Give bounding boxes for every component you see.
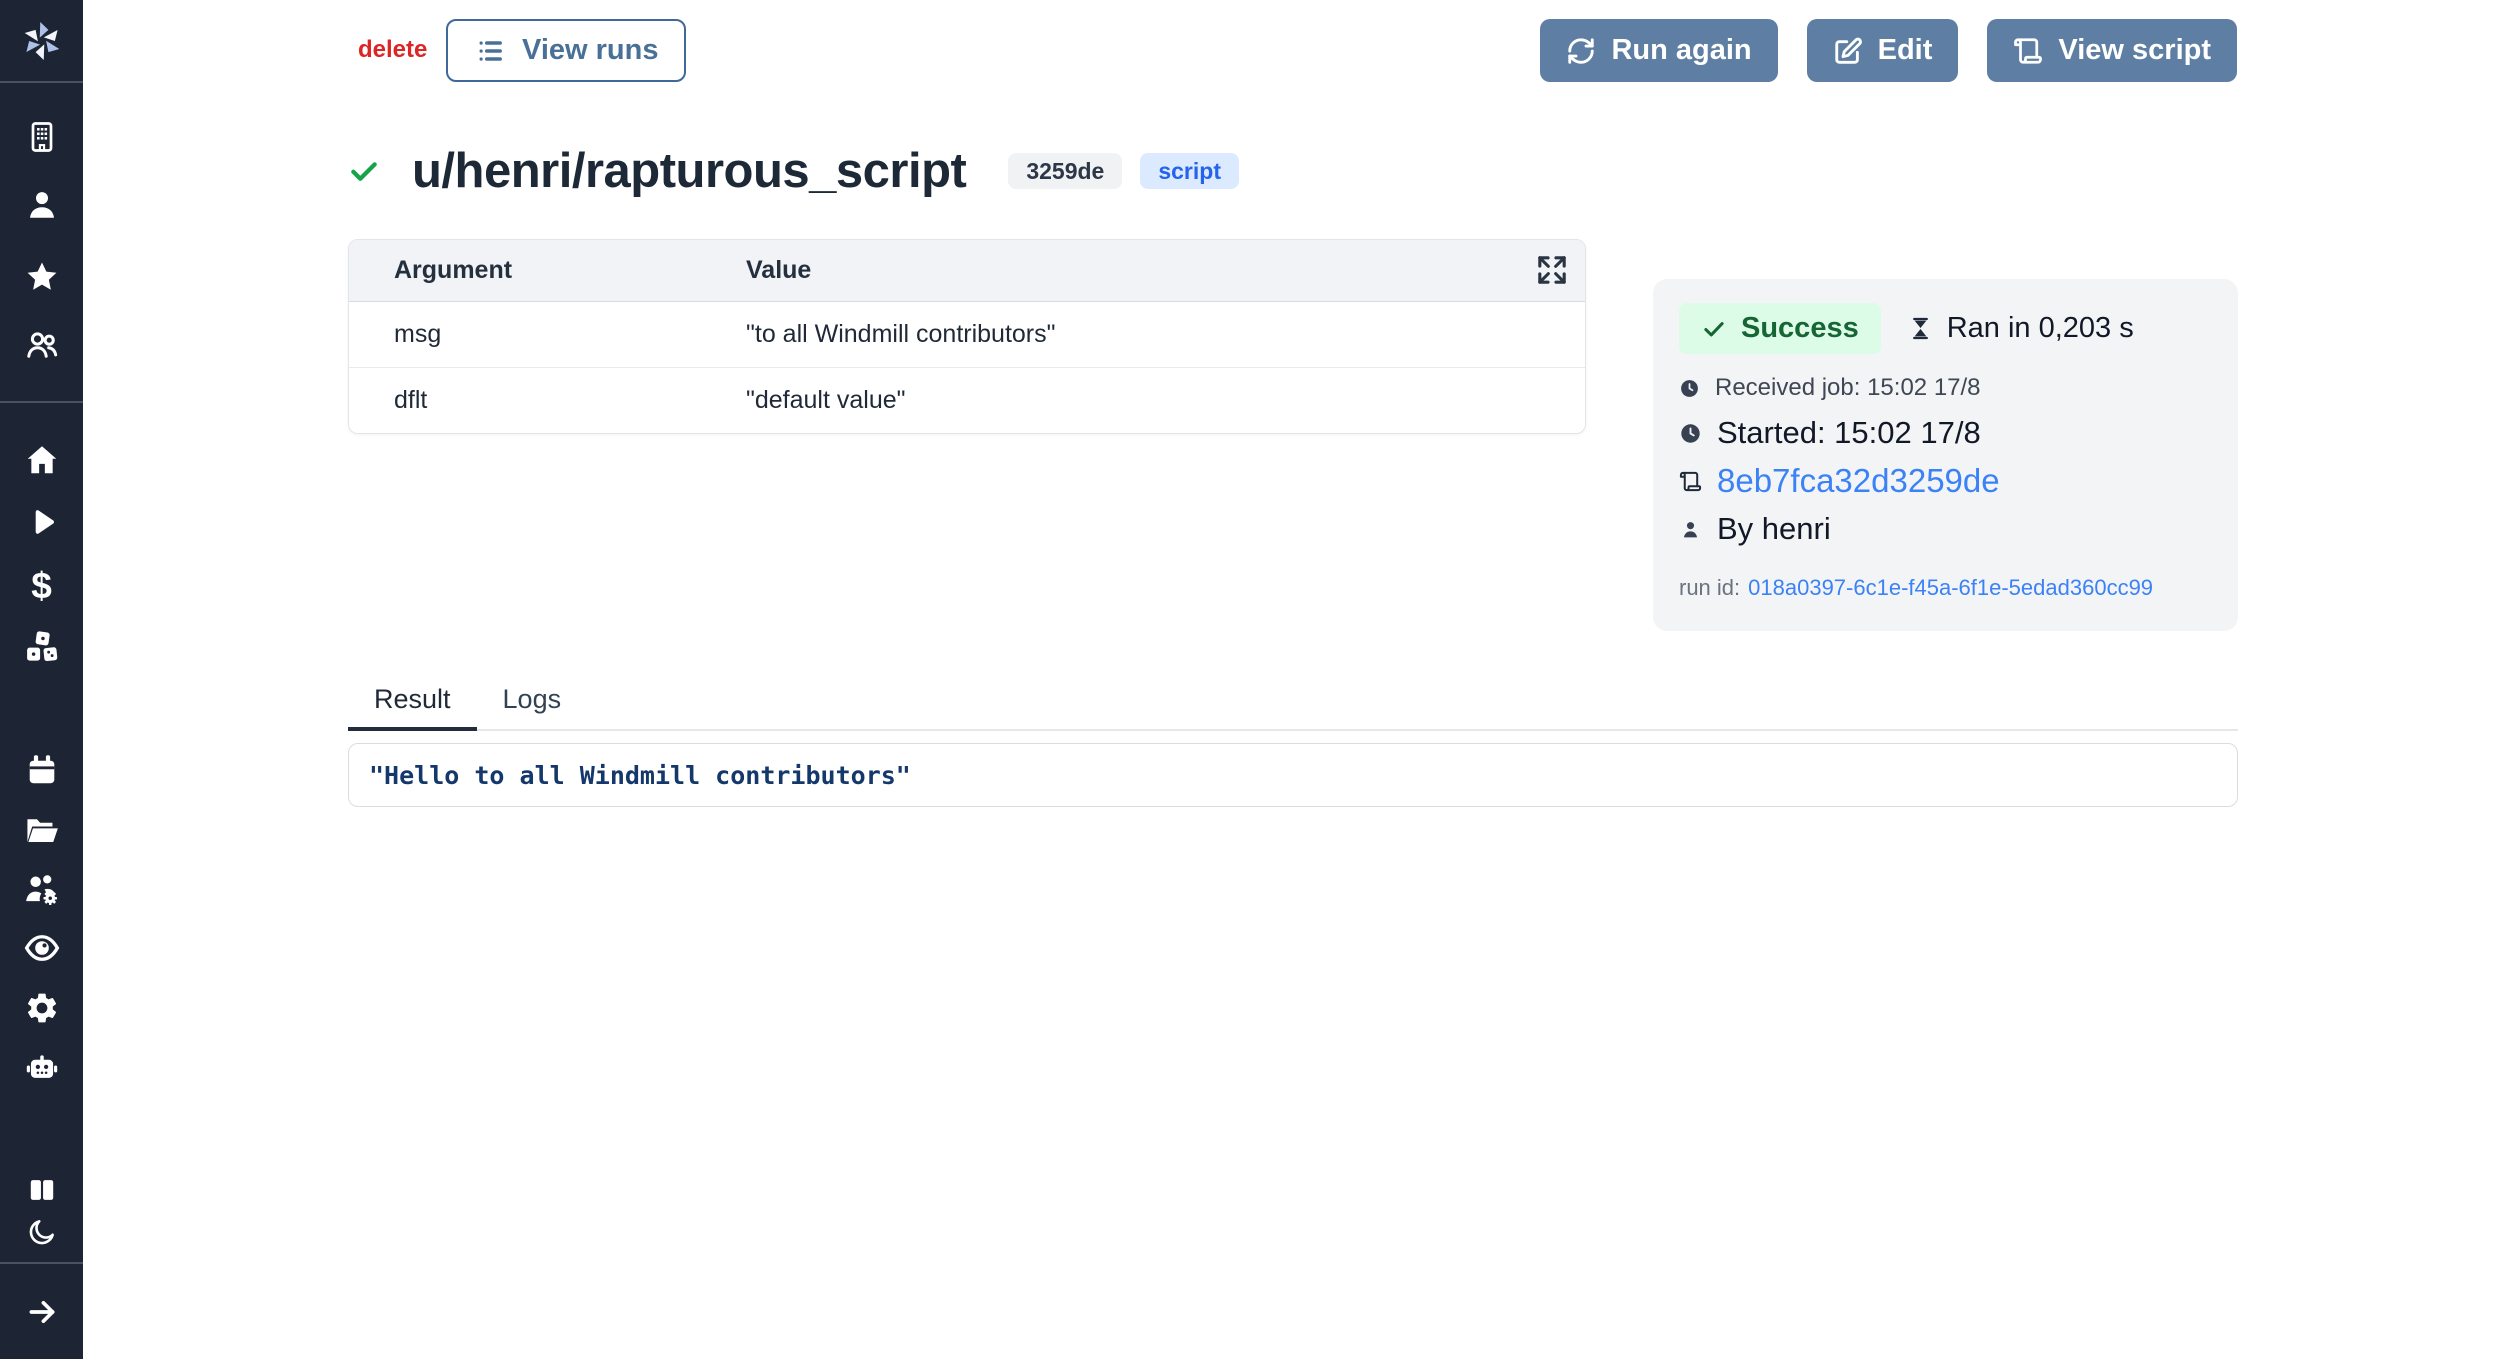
run-again-label: Run again: [1611, 34, 1751, 67]
action-buttons: Run again Edit View script: [1540, 19, 2237, 82]
script-hash-row: 8eb7fca32d3259de: [1679, 462, 2212, 500]
folder-open-icon: [23, 811, 61, 849]
robot-icon: [23, 1049, 61, 1087]
building-icon: [24, 119, 60, 155]
title-row: u/henri/rapturous_script 3259de script: [348, 143, 1239, 199]
duration-label: Ran in 0,203 s: [1947, 312, 2134, 345]
expand-icon: [1535, 253, 1569, 287]
triggered-by-row: By henri: [1679, 511, 2212, 547]
users-icon: [24, 327, 60, 363]
calendar-icon: [24, 752, 60, 788]
hash-badge: 3259de: [1008, 153, 1122, 189]
tab-logs[interactable]: Logs: [477, 684, 588, 729]
users-gear-icon: [23, 871, 61, 909]
sidebar-item-schedules[interactable]: [0, 744, 83, 796]
duration-row: Ran in 0,203 s: [1907, 312, 2134, 345]
play-icon: [24, 504, 60, 540]
sidebar-item-audit-logs[interactable]: [0, 922, 83, 974]
sidebar-item-workers-groups[interactable]: [0, 864, 83, 916]
sidebar-item-dark-mode[interactable]: [0, 1206, 83, 1258]
run-again-button[interactable]: Run again: [1540, 19, 1777, 82]
sidebar: $: [0, 0, 83, 1359]
table-row: msg "to all Windmill contributors": [349, 302, 1585, 368]
sidebar-item-runs[interactable]: [0, 496, 83, 548]
run-id-row: run id: 018a0397-6c1e-f45a-6f1e-5edad360c…: [1679, 575, 2212, 601]
sidebar-item-workspace[interactable]: [0, 111, 83, 163]
arrow-right-icon: [25, 1295, 59, 1329]
script-hash-link[interactable]: 8eb7fca32d3259de: [1717, 462, 2000, 500]
sidebar-item-settings[interactable]: [0, 982, 83, 1034]
clock-icon: [1679, 422, 1702, 445]
moon-icon: [27, 1217, 57, 1247]
clock-icon: [1679, 378, 1700, 399]
value-cell: "default value": [746, 386, 1585, 415]
sidebar-item-folders[interactable]: [0, 804, 83, 856]
edit-pencil-icon: [1833, 36, 1863, 66]
list-icon: [474, 35, 506, 67]
star-icon: [24, 259, 60, 295]
run-id-link[interactable]: 018a0397-6c1e-f45a-6f1e-5edad360cc99: [1748, 575, 2153, 600]
script-type-badge: script: [1140, 153, 1239, 189]
sidebar-divider-bottom: [0, 1262, 83, 1264]
edit-button[interactable]: Edit: [1807, 19, 1959, 82]
home-icon: [24, 442, 60, 478]
view-script-button[interactable]: View script: [1987, 19, 2237, 82]
status-badge: Success: [1679, 303, 1881, 354]
expand-table-button[interactable]: [1535, 253, 1569, 287]
dollar-icon: $: [31, 567, 52, 604]
sidebar-divider: [0, 401, 83, 403]
book-icon: [26, 1174, 58, 1206]
status-row: Success Ran in 0,203 s: [1679, 303, 2212, 354]
cubes-icon: [23, 629, 61, 667]
result-tabs: Result Logs: [348, 684, 2238, 731]
page-title: u/henri/rapturous_script: [412, 143, 966, 199]
sidebar-item-resources[interactable]: [0, 622, 83, 674]
view-runs-button[interactable]: View runs: [446, 19, 686, 82]
received-label: Received job: 15:02 17/8: [1715, 374, 1981, 402]
value-column-header: Value: [746, 256, 1585, 285]
sidebar-item-variables[interactable]: $: [0, 559, 83, 611]
view-script-label: View script: [2058, 34, 2211, 67]
eye-icon: [23, 929, 61, 967]
argument-column-header: Argument: [349, 256, 746, 285]
table-row: dflt "default value": [349, 368, 1585, 433]
arguments-table-header: Argument Value: [349, 240, 1585, 302]
hourglass-icon: [1907, 315, 1934, 342]
result-box: "Hello to all Windmill contributors": [348, 743, 2238, 807]
tab-result[interactable]: Result: [348, 684, 477, 729]
scroll-icon: [2013, 36, 2043, 66]
refresh-icon: [1566, 36, 1596, 66]
edit-label: Edit: [1878, 34, 1933, 67]
delete-link[interactable]: delete: [358, 36, 427, 64]
sidebar-item-groups[interactable]: [0, 319, 83, 371]
started-row: Started: 15:02 17/8: [1679, 415, 2212, 451]
app: $: [0, 0, 2500, 1359]
success-check-icon: [348, 155, 380, 187]
sidebar-item-home[interactable]: [0, 434, 83, 486]
received-row: Received job: 15:02 17/8: [1679, 374, 2212, 402]
triggered-by-label: By henri: [1717, 511, 1831, 547]
check-icon: [1701, 316, 1727, 342]
user-icon: [24, 187, 60, 223]
value-cell: "to all Windmill contributors": [746, 320, 1585, 349]
sidebar-item-user[interactable]: [0, 179, 83, 231]
view-runs-label: View runs: [522, 34, 658, 67]
windmill-logo-icon: [20, 19, 64, 63]
gear-icon: [24, 990, 60, 1026]
status-label: Success: [1741, 312, 1859, 345]
user-icon: [1679, 518, 1702, 541]
windmill-logo[interactable]: [0, 0, 83, 83]
arguments-table: Argument Value msg "to all Windmill cont…: [348, 239, 1586, 434]
sidebar-item-favorites[interactable]: [0, 251, 83, 303]
sidebar-expand-button[interactable]: [0, 1286, 83, 1338]
started-label: Started: 15:02 17/8: [1717, 415, 1981, 451]
result-text: "Hello to all Windmill contributors": [369, 761, 911, 790]
scroll-icon: [1679, 470, 1702, 493]
sidebar-item-workers[interactable]: [0, 1042, 83, 1094]
run-info-panel: Success Ran in 0,203 s Received job: 15:…: [1653, 279, 2238, 631]
argument-cell: dflt: [349, 386, 746, 415]
argument-cell: msg: [349, 320, 746, 349]
run-id-label: run id:: [1679, 575, 1740, 600]
